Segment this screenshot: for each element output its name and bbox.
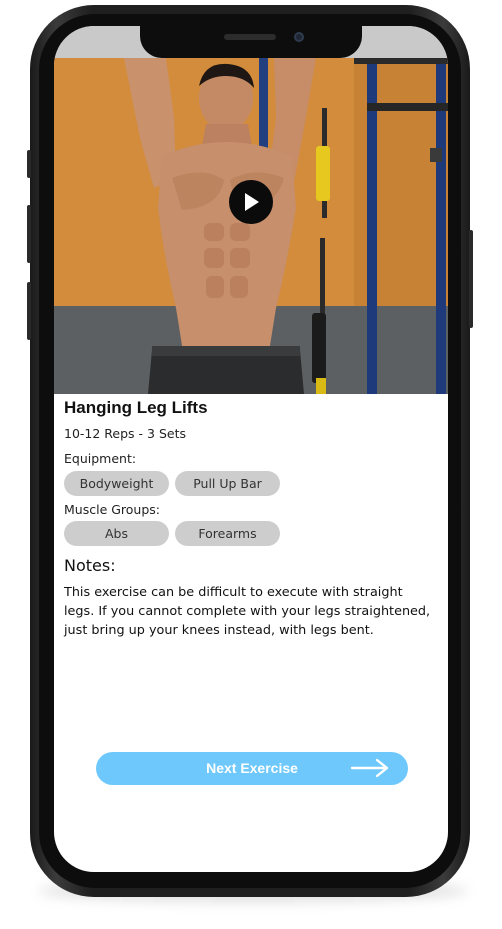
equipment-chip-bodyweight[interactable]: Bodyweight	[64, 471, 169, 496]
front-camera	[294, 32, 304, 42]
equipment-label: Equipment:	[64, 451, 137, 466]
next-exercise-button[interactable]: Next Exercise	[96, 752, 408, 785]
notes-heading: Notes:	[64, 556, 116, 575]
equipment-chip-pull-up-bar[interactable]: Pull Up Bar	[175, 471, 280, 496]
phone-screen: Hanging Leg Lifts 10-12 Reps - 3 Sets Eq…	[54, 26, 448, 872]
volume-down-button	[27, 282, 31, 340]
play-button[interactable]	[229, 180, 273, 224]
notes-body: This exercise can be difficult to execut…	[64, 585, 431, 638]
muscle-chip-forearms[interactable]: Forearms	[175, 521, 280, 546]
reps-sets-text: 10-12 Reps - 3 Sets	[64, 426, 186, 441]
power-button	[469, 230, 473, 328]
speaker-grille	[224, 34, 276, 40]
volume-up-button	[27, 205, 31, 263]
exercise-title: Hanging Leg Lifts	[64, 398, 208, 417]
silent-switch	[27, 150, 31, 178]
athlete-photo	[54, 58, 448, 394]
arrow-right-icon	[350, 758, 389, 778]
phone-notch	[140, 26, 362, 58]
muscle-groups-label: Muscle Groups:	[64, 502, 161, 517]
exercise-video-thumbnail[interactable]	[54, 58, 448, 394]
muscle-chip-abs[interactable]: Abs	[64, 521, 169, 546]
play-icon	[245, 193, 259, 211]
